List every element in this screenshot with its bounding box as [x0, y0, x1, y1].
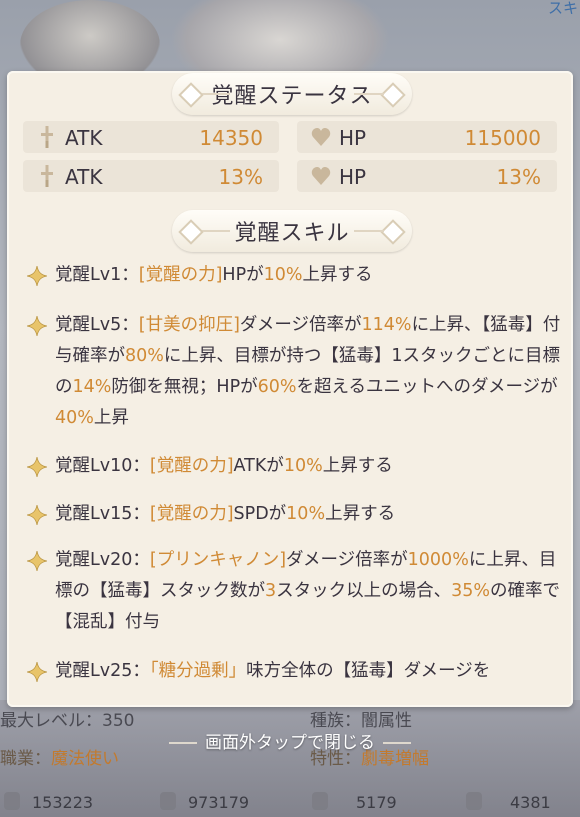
skill-highlight: 14% — [72, 377, 112, 397]
status-title-bar: 覚醒ステータス — [172, 73, 412, 115]
skill-highlight: [甘美の抑圧] — [138, 315, 240, 335]
title-ornament-diamond — [178, 82, 204, 108]
skill-highlight: 「糖分過剰」 — [149, 661, 247, 681]
spd-stat: 4381 — [510, 793, 551, 812]
corner-tab-label[interactable]: スキ — [548, 0, 578, 18]
skill-highlight: [覚醒の力] — [149, 456, 234, 476]
title-ornament-line — [200, 93, 230, 95]
awakening-popup[interactable]: 覚醒ステータス ATK 14350 HP 115000 ATK 13% HP 1… — [7, 71, 573, 707]
sword-icon — [41, 165, 53, 187]
stat-hp-flat: HP 115000 — [297, 121, 557, 153]
skill-highlight: [覚醒の力] — [149, 504, 234, 524]
stat-value: 13% — [496, 165, 541, 189]
status-title: 覚醒ステータス — [211, 84, 373, 109]
skill-segment: 覚醒Lv25： — [55, 661, 150, 681]
skill-segment: SPDが — [233, 504, 287, 524]
sparkle-icon — [27, 662, 47, 682]
skill-segment: 防御を無視；HPが — [111, 377, 258, 397]
stat-name: HP — [339, 126, 367, 150]
skill-text: 覚醒Lv1：[覚醒の力]HPが10%上昇する — [55, 260, 567, 291]
skill-segment: 上昇 — [93, 408, 129, 428]
skill-segment: 覚醒Lv20： — [55, 550, 150, 570]
heart-icon — [311, 167, 331, 185]
skill-entry: 覚醒Lv10：[覚醒の力]ATKが10%上昇する — [27, 451, 567, 482]
heart-icon — [311, 128, 331, 146]
skill-segment: 覚醒Lv5： — [55, 315, 139, 335]
skill-segment: スタック以上の場合、 — [276, 581, 452, 601]
shield-icon — [312, 792, 328, 810]
skill-highlight: 114% — [361, 315, 412, 335]
skill-entry: 覚醒Lv5：[甘美の抑圧]ダメージ倍率が114%に上昇、【猛毒】付与確率が80%… — [27, 310, 567, 434]
skill-title-bar: 覚醒スキル — [172, 210, 412, 252]
skill-segment: 上昇する — [302, 265, 373, 285]
atk-stat: 153223 — [32, 793, 94, 812]
stat-atk-flat: ATK 14350 — [23, 121, 279, 153]
close-hint: 画面外タップで閉じる — [0, 728, 580, 753]
skill-text: 覚醒Lv15：[覚醒の力]SPDが10%上昇する — [55, 499, 567, 530]
skill-highlight: 40% — [55, 408, 94, 428]
stat-hp-percent: HP 13% — [297, 160, 557, 192]
character-stats-row: 153223 973179 5179 4381 — [0, 788, 580, 817]
hp-stat: 973179 — [188, 793, 250, 812]
def-stat: 5179 — [356, 793, 397, 812]
skill-entry: 覚醒Lv25：「糖分過剰」味方全体の【猛毒】ダメージを — [27, 656, 567, 687]
sword-icon — [4, 792, 20, 810]
speed-icon — [466, 792, 482, 810]
skill-text: 覚醒Lv20：[プリンキャノン]ダメージ倍率が1000%に上昇、目標の【猛毒】ス… — [55, 545, 567, 638]
stat-name: ATK — [65, 165, 103, 189]
skill-highlight: 10% — [283, 456, 323, 476]
skill-entry: 覚醒Lv1：[覚醒の力]HPが10%上昇する — [27, 260, 567, 291]
skill-highlight: 3 — [265, 581, 277, 601]
skill-highlight: 35% — [451, 581, 491, 601]
title-ornament-diamond — [380, 219, 406, 245]
skill-segment: ダメージ倍率が — [286, 550, 408, 570]
skill-highlight: 10% — [286, 504, 326, 524]
stat-value: 13% — [218, 165, 263, 189]
stat-atk-percent: ATK 13% — [23, 160, 279, 192]
stat-value: 14350 — [199, 126, 263, 150]
sparkle-icon — [27, 505, 47, 525]
skill-segment: HPが — [222, 265, 264, 285]
skill-segment: 上昇する — [322, 456, 393, 476]
stat-value: 115000 — [464, 126, 541, 150]
title-ornament-diamond — [380, 82, 406, 108]
skill-highlight: 10% — [263, 265, 303, 285]
skill-segment: 覚醒Lv15： — [55, 504, 150, 524]
skill-segment: 覚醒Lv10： — [55, 456, 150, 476]
heart-icon — [160, 792, 176, 810]
skill-segment: ATKが — [233, 456, 284, 476]
skill-highlight: [覚醒の力] — [138, 265, 223, 285]
sparkle-icon — [27, 266, 47, 286]
title-ornament-line — [354, 230, 384, 232]
title-ornament-line — [200, 230, 230, 232]
stat-name: HP — [339, 165, 367, 189]
skill-segment: を超えるユニットへのダメージが — [296, 377, 558, 397]
skill-highlight: 60% — [257, 377, 297, 397]
skill-highlight: 80% — [125, 346, 164, 366]
skill-highlight: 1000% — [407, 550, 469, 570]
skill-highlight: [プリンキャノン] — [149, 550, 287, 570]
skill-segment: 味方全体の【猛毒】ダメージを — [246, 661, 491, 681]
skill-title: 覚醒スキル — [234, 221, 350, 246]
title-ornament-diamond — [178, 219, 204, 245]
skill-text: 覚醒Lv5：[甘美の抑圧]ダメージ倍率が114%に上昇、【猛毒】付与確率が80%… — [55, 310, 567, 434]
sparkle-icon — [27, 551, 47, 571]
skill-entry: 覚醒Lv20：[プリンキャノン]ダメージ倍率が1000%に上昇、目標の【猛毒】ス… — [27, 545, 567, 638]
title-ornament-line — [354, 93, 384, 95]
hint-ornament — [169, 742, 197, 744]
sparkle-icon — [27, 316, 47, 336]
skill-entry: 覚醒Lv15：[覚醒の力]SPDが10%上昇する — [27, 499, 567, 530]
hint-ornament — [383, 742, 411, 744]
skill-text: 覚醒Lv10：[覚醒の力]ATKが10%上昇する — [55, 451, 567, 482]
skill-segment: 上昇する — [325, 504, 396, 524]
close-hint-text: 画面外タップで閉じる — [205, 733, 375, 753]
skill-text: 覚醒Lv25：「糖分過剰」味方全体の【猛毒】ダメージを — [55, 656, 567, 687]
skill-segment: ダメージ倍率が — [239, 315, 362, 335]
sword-icon — [41, 126, 53, 148]
sparkle-icon — [27, 457, 47, 477]
skill-segment: 覚醒Lv1： — [55, 265, 139, 285]
stat-name: ATK — [65, 126, 103, 150]
